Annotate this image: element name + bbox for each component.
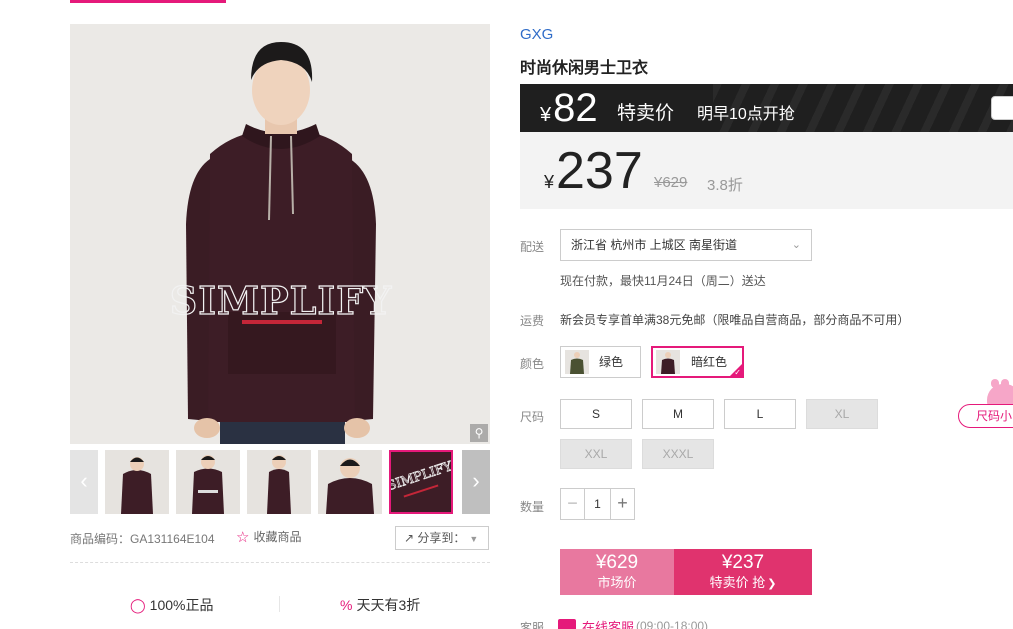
- brand-link[interactable]: GXG: [520, 26, 553, 43]
- thumbnail[interactable]: [105, 450, 169, 514]
- plus-button[interactable]: +: [610, 489, 634, 519]
- minus-button[interactable]: −: [561, 489, 585, 519]
- delivery-label: 配送: [520, 240, 545, 254]
- thumbnail[interactable]: [176, 450, 240, 514]
- product-main-image[interactable]: SIMPLIFY ⚲: [70, 24, 490, 444]
- sale-price: ¥237: [544, 142, 643, 200]
- reminder-button[interactable]: [991, 96, 1013, 120]
- size-option-xxl: XXL: [560, 439, 632, 469]
- address-select[interactable]: 浙江省 杭州市 上城区 南星街道 ⌄: [560, 229, 812, 261]
- magnifier-icon[interactable]: ⚲: [470, 424, 488, 442]
- size-option-xl: XL: [806, 399, 878, 429]
- online-service-link[interactable]: 在线客服: [582, 617, 634, 629]
- percent-badge-icon: %: [340, 597, 353, 613]
- quantity-label: 数量: [520, 500, 545, 514]
- size-helper-button[interactable]: 尺码小: [958, 404, 1013, 428]
- favorite-button[interactable]: ☆ 收藏商品: [236, 528, 301, 546]
- promise-discount: % 天天有3折: [340, 597, 421, 613]
- flash-price: ¥82: [540, 86, 598, 130]
- original-price: ¥629: [654, 174, 688, 191]
- shield-check-icon: ◯: [130, 597, 146, 613]
- chevron-right-icon[interactable]: ›: [462, 450, 490, 514]
- sku-code: 商品编码：GA131164E104: [70, 532, 215, 546]
- thumbnail[interactable]: SIMPLIFY: [389, 450, 453, 514]
- quantity-input[interactable]: 1: [585, 489, 610, 519]
- share-button[interactable]: ↗ 分享到： ▼: [395, 526, 489, 550]
- divider: [70, 562, 490, 563]
- color-label: 颜色: [520, 357, 545, 371]
- promise-genuine: ◯ 100%正品: [130, 597, 214, 613]
- shipping-policy: 新会员专享首单满38元免邮（限唯品自营商品，部分商品不可用）: [560, 313, 910, 327]
- active-tab-indicator: [70, 0, 226, 3]
- service-label: 客服: [520, 621, 545, 629]
- flash-price-label: 特卖价: [617, 103, 675, 124]
- caret-down-icon: ▼: [469, 534, 479, 544]
- chat-icon: [558, 619, 576, 629]
- size-label: 尺码: [520, 410, 545, 424]
- thumbnail-strip: ‹ SIMPLIFY ›: [70, 450, 490, 514]
- color-swatch: [656, 350, 680, 374]
- flash-sale-banner: ¥82 特卖价 明早10点开抢: [520, 84, 1013, 132]
- size-option-s[interactable]: S: [560, 399, 632, 429]
- quantity-stepper: − 1 +: [560, 488, 635, 520]
- share-label: 分享到：: [417, 531, 466, 545]
- discount-rate: 3.8折: [707, 177, 743, 194]
- product-title: 时尚休闲男士卫衣: [520, 60, 649, 77]
- market-price-button[interactable]: ¥629 市场价: [560, 549, 674, 595]
- service-hours: (09:00-18:00): [636, 619, 709, 629]
- chevron-down-icon: ⌄: [791, 239, 801, 251]
- divider: [279, 596, 280, 612]
- color-option-dark-red[interactable]: 暗红色 ✓: [651, 346, 744, 378]
- color-option-green[interactable]: 绿色: [560, 346, 641, 378]
- color-swatch: [565, 350, 589, 374]
- chevron-right-icon: ❯: [767, 578, 777, 590]
- flash-start-time: 明早10点开抢: [697, 106, 795, 123]
- svg-text:SIMPLIFY: SIMPLIFY: [170, 278, 392, 323]
- thumbnail[interactable]: [318, 450, 382, 514]
- chevron-left-icon[interactable]: ‹: [70, 450, 98, 514]
- size-option-l[interactable]: L: [724, 399, 796, 429]
- check-icon: ✓: [734, 368, 741, 377]
- star-icon: ☆: [236, 529, 250, 546]
- share-icon: ↗: [404, 531, 418, 545]
- size-option-m[interactable]: M: [642, 399, 714, 429]
- favorite-label: 收藏商品: [253, 530, 302, 544]
- size-option-xxxl: XXXL: [642, 439, 714, 469]
- model-photo: SIMPLIFY: [70, 24, 490, 444]
- shipping-label: 运费: [520, 314, 545, 328]
- thumbnail[interactable]: [247, 450, 311, 514]
- price-box: ¥237 ¥629 3.8折: [520, 132, 1013, 209]
- buy-now-button[interactable]: ¥237 特卖价 抢 ❯: [674, 549, 812, 595]
- delivery-estimate: 现在付款，最快11月24日（周二）送达: [560, 274, 766, 288]
